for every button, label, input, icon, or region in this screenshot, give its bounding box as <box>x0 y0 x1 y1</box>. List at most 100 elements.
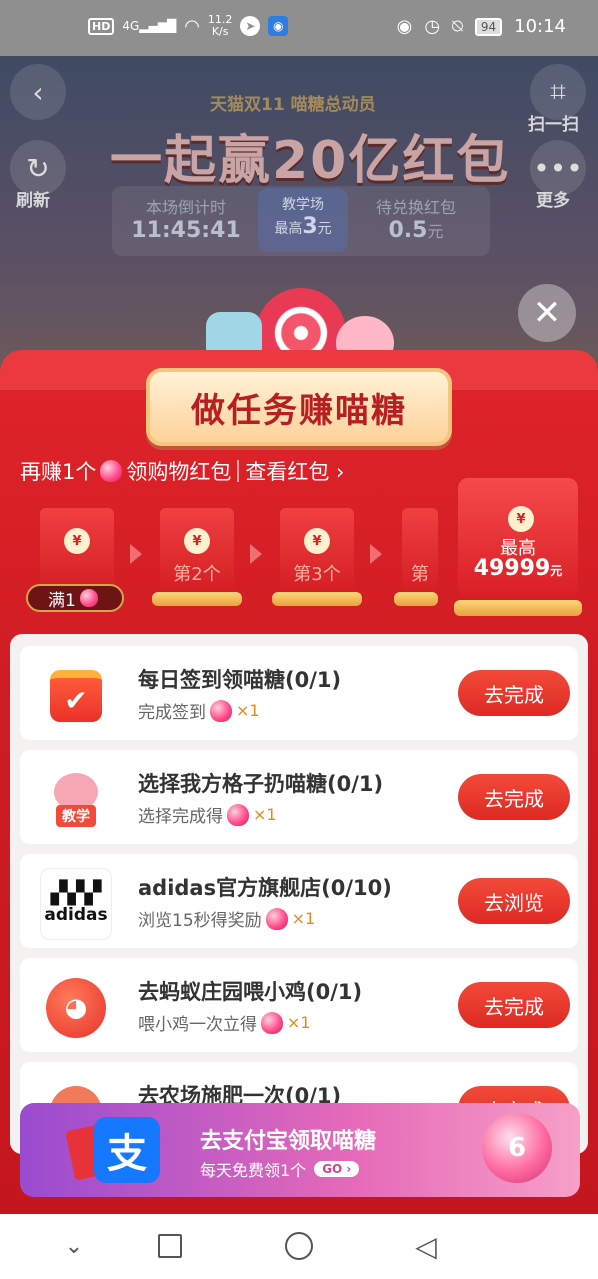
envelope-2[interactable]: ¥ 第2个 <box>160 508 234 592</box>
nav-home-button[interactable] <box>283 1230 315 1262</box>
candy-orb-icon: 6 <box>482 1113 552 1183</box>
grand-envelope-base <box>454 600 582 616</box>
event-info-panel: 本场倒计时 11:45:41 教学场 最高3元 待兑换红包 0.5元 <box>112 186 490 256</box>
teach-entry[interactable]: 教学场 最高3元 <box>258 188 348 252</box>
battery-icon: 94 <box>474 17 503 36</box>
task-subtitle: 浏览15秒得奖励 ×1 <box>138 907 316 931</box>
event-title: 一起赢20亿红包 <box>110 131 511 191</box>
alipay-logo-icon: 支 <box>94 1117 160 1183</box>
pending-value: 0.5 <box>388 218 428 243</box>
envelope-4-base <box>394 592 438 606</box>
mute-bell-icon: ⍉ <box>452 16 463 37</box>
alarm-icon: ◷ <box>424 16 441 37</box>
refresh-label: 刷新 <box>16 191 50 211</box>
app-bulb-icon: ◉ <box>268 16 289 36</box>
task-title: 去蚂蚁庄园喂小鸡(0/1) <box>138 980 363 1004</box>
candy-gem-icon <box>227 803 249 826</box>
task-title: 选择我方格子扔喵糖(0/1) <box>138 772 384 796</box>
more-icon: ••• <box>533 151 583 185</box>
task-action-button[interactable]: 去完成 <box>458 982 570 1028</box>
refresh-icon: ↻ <box>26 151 50 185</box>
task-list[interactable]: ✔ 每日签到领喵糖(0/1) 完成签到 ×1 去完成 教学 选择我方格子扔喵糖(0… <box>10 634 588 1154</box>
arrow-right-icon <box>370 544 382 564</box>
arrow-right-icon <box>130 544 142 564</box>
signal-icon: 4G▂▄▆█ <box>122 19 177 33</box>
task-subtitle: 喂小鸡一次立得 ×1 <box>138 1011 311 1035</box>
close-icon: ✕ <box>532 293 562 333</box>
sheet-title: 做任务赚喵糖 <box>191 390 407 431</box>
task-subtitle: 选择完成得 ×1 <box>138 803 277 827</box>
task-item: ✔ 每日签到领喵糖(0/1) 完成签到 ×1 去完成 <box>20 646 578 740</box>
back-button[interactable]: ‹ <box>10 64 66 120</box>
back-icon: ‹ <box>32 75 44 109</box>
sheet-title-banner: 做任务赚喵糖 <box>146 368 452 446</box>
nav-recents-button[interactable] <box>154 1230 186 1262</box>
envelope-2-base <box>152 592 242 606</box>
candy-gem-icon <box>210 699 232 722</box>
hd-indicator: HD <box>88 17 115 35</box>
countdown-value: 11:45:41 <box>131 218 241 243</box>
grand-envelope[interactable]: ¥ 最高 49999元 <box>458 478 578 598</box>
envelope-4-label: 第 <box>411 564 429 585</box>
promo-subtitle: 每天免费领1个 GO › <box>200 1157 360 1181</box>
task-action-button[interactable]: 去完成 <box>458 774 570 820</box>
candy-gem-icon <box>261 1011 283 1034</box>
event-subtitle: 天猫双11 喵糖总动员 <box>210 95 376 115</box>
view-envelopes-link[interactable]: 查看红包 › <box>245 456 344 486</box>
wifi-icon: ◠ <box>184 15 200 37</box>
clock: 10:14 <box>514 16 566 37</box>
envelope-3-label: 第3个 <box>293 564 341 585</box>
eye-icon: ◉ <box>396 16 413 37</box>
earn-prefix: 再赚1个 <box>20 460 97 484</box>
countdown-label: 本场倒计时 <box>145 198 226 217</box>
task-action-button[interactable]: 去浏览 <box>458 878 570 924</box>
envelope-3[interactable]: ¥ 第3个 <box>280 508 354 592</box>
chick-icon: ◕ <box>40 972 112 1044</box>
teach-label: 教学场 <box>282 197 324 213</box>
yuan-coin-icon: ¥ <box>64 528 90 554</box>
envelope-3-base <box>272 592 362 606</box>
yuan-coin-icon: ¥ <box>184 528 210 554</box>
scan-label: 扫一扫 <box>528 115 579 135</box>
teach-badge: 教学 <box>56 805 96 827</box>
task-item: ▞▞▞ adidas adidas官方旗舰店(0/10) 浏览15秒得奖励 ×1 … <box>20 854 578 948</box>
promo-title: 去支付宝领取喵糖 <box>200 1129 377 1154</box>
candy-gem-icon <box>79 589 98 607</box>
envelope-1-badge: 满1 <box>26 584 124 612</box>
triangle-back-icon: ◁ <box>415 1229 437 1263</box>
network-speed: 11.2 K/s <box>207 13 233 38</box>
go-badge: GO › <box>314 1161 360 1177</box>
yuan-coin-icon: ¥ <box>508 506 534 532</box>
system-nav-bar: ⌄ ◁ <box>0 1214 598 1279</box>
cat-teach-icon: 教学 <box>40 764 112 836</box>
envelope-1[interactable]: ¥ <box>40 508 114 592</box>
square-icon <box>158 1234 182 1258</box>
candy-gem-icon <box>265 907 288 930</box>
earn-progress-row: 再赚1个 领购物红包 查看红包 › <box>20 456 344 486</box>
task-title: adidas官方旗舰店(0/10) <box>138 876 392 900</box>
earn-suffix: 领购物红包 <box>126 460 232 484</box>
task-action-button[interactable]: 去完成 <box>458 670 570 716</box>
status-bar: HD 4G▂▄▆█ ◠ 11.2 K/s ➤ ◉ ◉ ◷ ⍉ 94 10:14 <box>0 0 598 56</box>
teach-max-value: 3 <box>302 214 318 239</box>
scan-icon: ⌗ <box>550 75 566 108</box>
task-item: ◕ 去蚂蚁庄园喂小鸡(0/1) 喂小鸡一次立得 ×1 去完成 <box>20 958 578 1052</box>
envelope-2-label: 第2个 <box>173 564 221 585</box>
envelope-4[interactable]: 第 <box>402 508 438 592</box>
alipay-promo-banner[interactable]: 支 去支付宝领取喵糖 每天免费领1个 GO › 6 <box>20 1103 580 1197</box>
task-subtitle: 完成签到 ×1 <box>138 699 260 723</box>
yuan-coin-icon: ¥ <box>304 528 330 554</box>
arrow-right-icon <box>250 544 262 564</box>
candy-gem-icon <box>100 460 123 482</box>
divider <box>237 460 240 482</box>
calendar-check-icon: ✔ <box>40 660 112 732</box>
close-button[interactable]: ✕ <box>518 284 576 342</box>
nav-collapse-icon[interactable]: ⌄ <box>58 1230 90 1262</box>
nav-back-button[interactable]: ◁ <box>410 1229 442 1263</box>
grand-envelope-amount: 49999元 <box>473 556 563 581</box>
adidas-logo-icon: ▞▞▞ adidas <box>40 868 112 940</box>
pending-label: 待兑换红包 <box>375 198 456 217</box>
task-title: 每日签到领喵糖(0/1) <box>138 668 342 692</box>
app-notification-icon: ➤ <box>240 16 261 36</box>
more-label: 更多 <box>536 191 570 211</box>
